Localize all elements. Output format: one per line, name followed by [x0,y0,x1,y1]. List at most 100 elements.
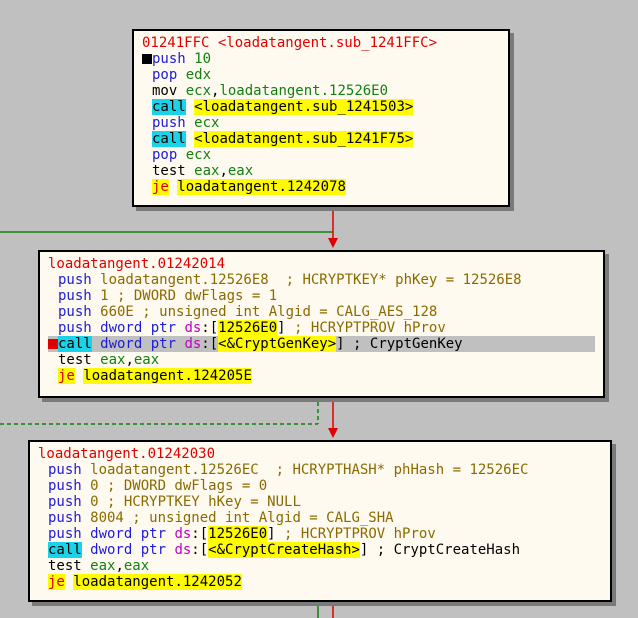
mnemonic: call [58,336,92,352]
operand-target[interactable]: 12526E0 [218,320,278,336]
operand: ds [184,336,202,352]
operand: 0 [81,478,99,494]
basic-block-01242030[interactable]: loadatangent.01242030 push loadatangent.1… [28,440,612,602]
mnemonic: push [152,115,186,131]
operand: loadatangent.12526E8 [91,272,269,288]
current-instruction-icon[interactable] [142,54,152,64]
operand: ecx [185,115,220,131]
operand: dword ptr [81,526,175,542]
operand: eax [185,163,220,179]
mnemonic: je [48,574,65,590]
mnemonic: push [48,462,82,478]
instruction-line[interactable]: push dword ptr ds:[12526E0] ; HCRYPTPROV… [48,320,595,336]
operand: loadatangent.12526EC [81,462,259,478]
instruction-line[interactable]: push dword ptr ds:[12526E0] ; HCRYPTPROV… [38,526,602,542]
instruction-line[interactable]: pop ecx [142,147,500,163]
instruction-line[interactable]: push 8004 ; unsigned int Algid = CALG_SH… [38,510,602,526]
mnemonic: push [58,288,92,304]
instruction-line[interactable]: call <loadatangent.sub_1241F75> [142,131,500,147]
operand: edx [177,67,212,83]
operand-target[interactable]: loadatangent.1242078 [177,179,346,195]
instruction-line[interactable]: je loadatangent.1242078 [142,179,500,195]
operand: ; HCRYPTHASH* phHash = 12526EC [258,462,529,478]
operand: :[ [201,320,219,336]
operand: ] [277,320,286,336]
operand: dword ptr [91,320,185,336]
mnemonic: pop [152,147,178,163]
operand: ; unsigned int Algid = CALG_AES_128 [133,304,438,320]
basic-block-sub-1241ffc[interactable]: 01241FFC <loadatangent.sub_1241FFC> push … [132,29,510,207]
operand [186,99,194,115]
instruction-line[interactable]: push loadatangent.12526E8 ; HCRYPTKEY* p… [48,272,595,288]
mnemonic: test [48,558,82,574]
operand: dword ptr [91,336,185,352]
mnemonic: call [152,99,186,115]
instruction-line[interactable]: push 1 ; DWORD dwFlags = 1 [48,288,595,304]
instruction-line[interactable]: test eax,eax [38,558,602,574]
operand: ] [267,526,276,542]
operand: eax [133,352,160,368]
operand-target[interactable]: loadatangent.124205E [83,368,252,384]
mnemonic: pop [152,67,178,83]
operand: 660E [91,304,134,320]
operand: ] ; CryptCreateHash [359,542,521,558]
block-label[interactable]: loadatangent.01242030 [38,446,602,462]
operand-target[interactable]: <&CryptGenKey> [218,336,337,352]
operand: ; DWORD dwFlags = 1 [108,288,278,304]
operand-target[interactable]: <loadatangent.sub_1241F75> [194,131,414,147]
mnemonic: call [152,131,186,147]
instruction-line[interactable]: call dword ptr ds:[<&CryptGenKey>] ; Cry… [48,336,595,352]
operand-target[interactable]: loadatangent.1242052 [73,574,242,590]
operand: , [115,558,124,574]
instruction-line[interactable]: test eax,eax [48,352,595,368]
operand: ecx [177,83,212,99]
operand: eax [81,558,116,574]
operand: ecx [177,147,212,163]
operand [186,131,194,147]
operand: ; HCRYPTKEY hKey = NULL [98,494,301,510]
operand: :[ [191,526,209,542]
basic-block-01242014[interactable]: loadatangent.01242014 push loadatangent.1… [38,250,605,398]
instruction-line[interactable]: pop edx [142,67,500,83]
instruction-line[interactable]: push 660E ; unsigned int Algid = CALG_AE… [48,304,595,320]
mnemonic: mov [152,83,178,99]
instruction-line[interactable]: call <loadatangent.sub_1241503> [142,99,500,115]
operand: ds [184,320,202,336]
operand: ; DWORD dwFlags = 0 [98,478,268,494]
instruction-line[interactable]: test eax,eax [142,163,500,179]
operand: ; HCRYPTKEY* phKey = 12526E8 [268,272,522,288]
instruction-line[interactable]: push 10 [142,51,500,67]
graph-view[interactable]: 01241FFC <loadatangent.sub_1241FFC> push … [0,0,638,618]
breakpoint-icon[interactable] [48,339,58,349]
mnemonic: test [152,163,186,179]
operand-target[interactable]: <loadatangent.sub_1241503> [194,99,414,115]
operand: ; HCRYPTPROV hProv [275,526,436,542]
operand-target[interactable]: <&CryptCreateHash> [208,542,360,558]
operand: eax [123,558,150,574]
instruction-line[interactable]: push ecx [142,115,500,131]
mnemonic: je [152,179,169,195]
instruction-line[interactable]: push 0 ; HCRYPTKEY hKey = NULL [38,494,602,510]
operand: eax [227,163,254,179]
operand: ; unsigned int Algid = CALG_SHA [123,510,394,526]
instruction-line[interactable]: push loadatangent.12526EC ; HCRYPTHASH* … [38,462,602,478]
instruction-line[interactable]: je loadatangent.1242052 [38,574,602,590]
instruction-line[interactable]: call dword ptr ds:[<&CryptCreateHash>] ;… [38,542,602,558]
operand: ds [174,542,192,558]
instruction-line[interactable]: je loadatangent.124205E [48,368,595,384]
mnemonic: push [48,510,82,526]
instruction-line[interactable]: mov ecx,loadatangent.12526E0 [142,83,500,99]
mnemonic: push [58,304,92,320]
operand: 0 [81,494,99,510]
instruction-line[interactable]: push 0 ; DWORD dwFlags = 0 [38,478,602,494]
operand: , [219,163,228,179]
operand: ; HCRYPTPROV hProv [285,320,446,336]
operand: loadatangent.12526E0 [219,83,389,99]
operand: :[ [191,542,209,558]
operand-target[interactable]: 12526E0 [208,526,268,542]
block-label[interactable]: loadatangent.01242014 [48,256,595,272]
operand: :[ [201,336,219,352]
block-label[interactable]: 01241FFC <loadatangent.sub_1241FFC> [142,35,500,51]
mnemonic: push [58,320,92,336]
operand: 8004 [81,510,124,526]
